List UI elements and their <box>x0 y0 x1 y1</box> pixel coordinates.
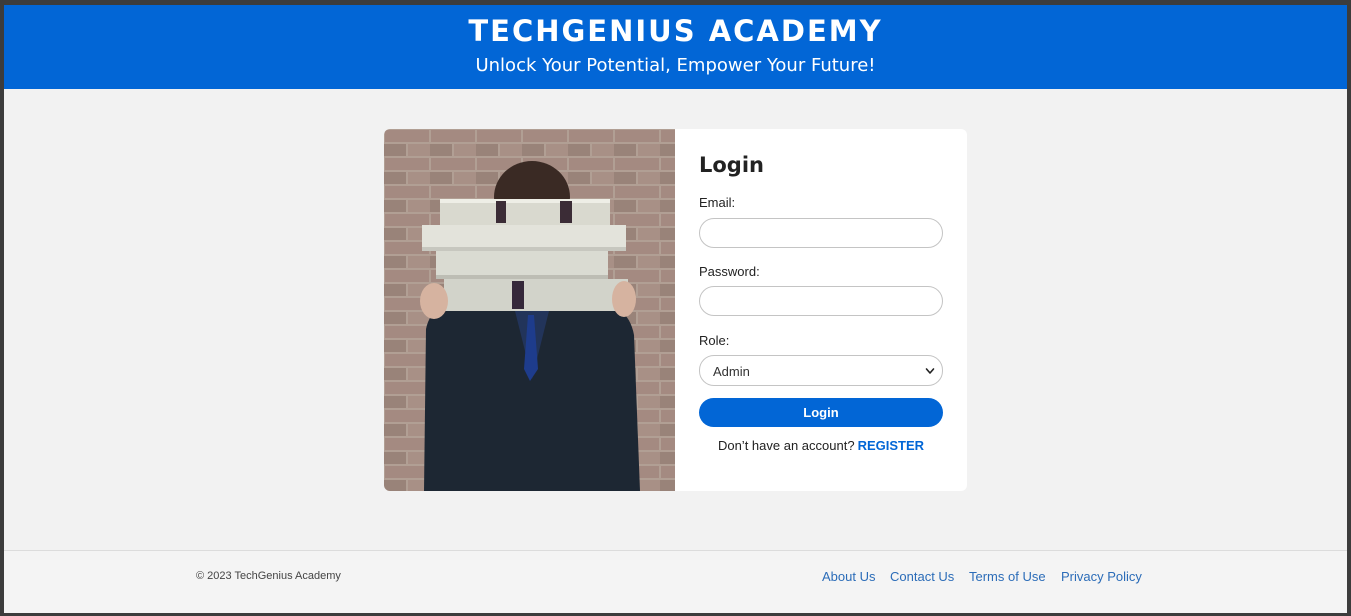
site-title: TECHGENIUS ACADEMY <box>468 14 883 48</box>
email-label: Email: <box>699 195 736 210</box>
login-heading: Login <box>699 153 764 177</box>
login-form: Login Email: Password: Role: Admin Login… <box>675 129 967 491</box>
footer-link-terms[interactable]: Terms of Use <box>969 569 1046 585</box>
register-link[interactable]: REGISTER <box>858 438 924 453</box>
login-card: Login Email: Password: Role: Admin Login… <box>384 129 967 491</box>
email-input[interactable] <box>699 218 943 248</box>
site-footer: © 2023 TechGenius Academy About Us Conta… <box>4 551 1347 613</box>
register-prompt-text: Don’t have an account? <box>717 438 855 453</box>
role-select[interactable]: Admin <box>699 355 943 386</box>
site-header: TECHGENIUS ACADEMY Unlock Your Potential… <box>4 5 1347 89</box>
password-input[interactable] <box>699 286 943 316</box>
register-prompt: Don’t have an account? REGISTER <box>699 438 943 454</box>
site-tagline: Unlock Your Potential, Empower Your Futu… <box>475 55 876 76</box>
footer-link-contact[interactable]: Contact Us <box>890 569 954 585</box>
footer-link-privacy[interactable]: Privacy Policy <box>1061 569 1142 585</box>
hero-photo <box>384 129 675 491</box>
login-button[interactable]: Login <box>699 398 943 427</box>
browser-viewport: TECHGENIUS ACADEMY Unlock Your Potential… <box>4 5 1347 613</box>
chevron-down-icon <box>925 368 935 374</box>
footer-link-about[interactable]: About Us <box>822 569 875 585</box>
role-selected-value: Admin <box>713 364 750 379</box>
password-label: Password: <box>699 264 760 279</box>
copyright-text: © 2023 TechGenius Academy <box>196 570 341 582</box>
role-label: Role: <box>699 333 730 348</box>
